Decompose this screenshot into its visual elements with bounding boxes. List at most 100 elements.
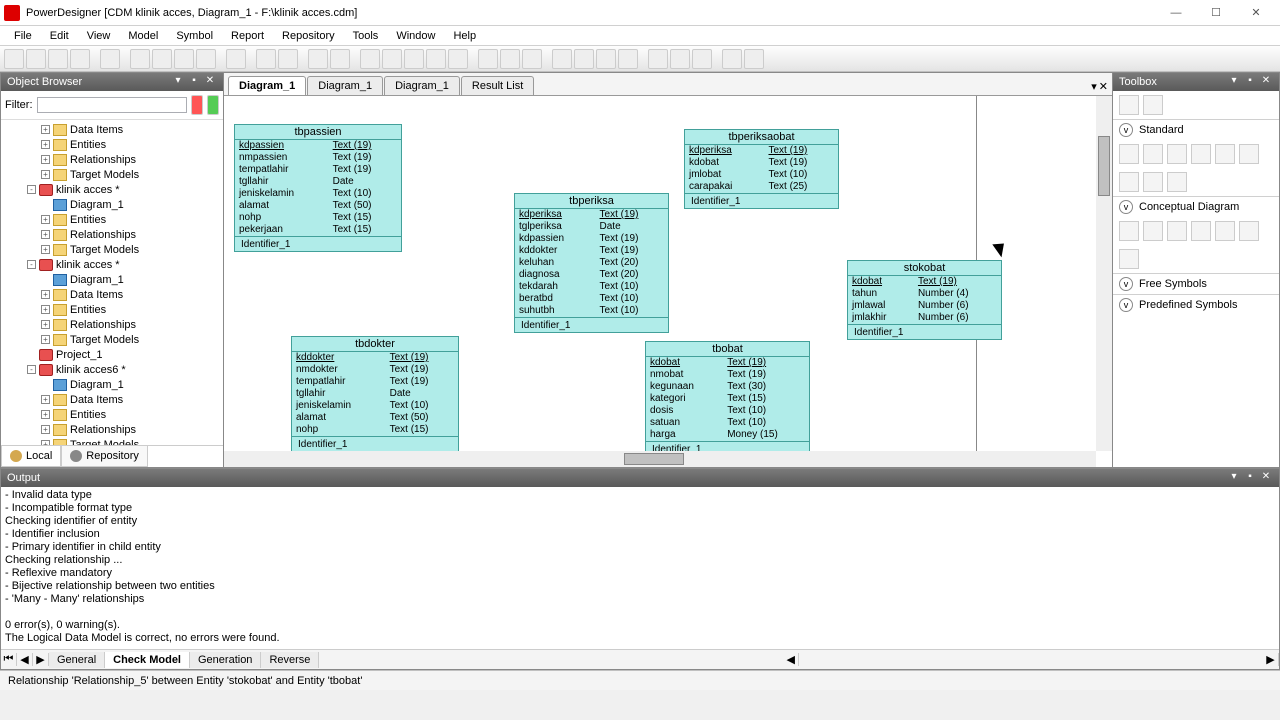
menu-tools[interactable]: Tools — [345, 28, 387, 44]
toolbar-button[interactable] — [100, 49, 120, 69]
diagram-tab[interactable]: Result List — [461, 76, 534, 95]
toolbox-tool[interactable] — [1215, 144, 1235, 164]
menu-report[interactable]: Report — [223, 28, 272, 44]
toolbar-button[interactable] — [574, 49, 594, 69]
tree-item[interactable]: -klinik acces6 * — [1, 362, 223, 377]
output-close-icon[interactable]: ✕ — [1259, 471, 1273, 485]
toolbar-button[interactable] — [744, 49, 764, 69]
menu-symbol[interactable]: Symbol — [168, 28, 221, 44]
toolbar-button[interactable] — [722, 49, 742, 69]
entity-tbperiksaobat[interactable]: tbperiksaobatkdperiksaText (19)kdobatTex… — [684, 129, 839, 209]
tree-toggle-icon[interactable]: + — [41, 230, 50, 239]
nav-next-icon[interactable]: ▶ — [33, 653, 49, 666]
toolbar-button[interactable] — [478, 49, 498, 69]
output-tab-general[interactable]: General — [49, 652, 105, 668]
toolbar-button[interactable] — [382, 49, 402, 69]
panel-dropdown-icon[interactable]: ▾ — [171, 75, 185, 89]
toolbox-tool[interactable] — [1239, 221, 1259, 241]
close-button[interactable]: ✕ — [1236, 2, 1276, 24]
output-dropdown-icon[interactable]: ▾ — [1227, 471, 1241, 485]
toolbar-button[interactable] — [360, 49, 380, 69]
diagram-tab[interactable]: Diagram_1 — [384, 76, 460, 95]
output-tab-generation[interactable]: Generation — [190, 652, 261, 668]
toolbox-tool[interactable] — [1143, 144, 1163, 164]
output-body[interactable]: - Invalid data type- Incompatible format… — [1, 487, 1279, 649]
toolbox-section[interactable]: vStandard — [1113, 119, 1279, 140]
toolbox-tool[interactable] — [1119, 249, 1139, 269]
vertical-scrollbar[interactable] — [1096, 96, 1112, 451]
panel-pin-icon[interactable]: ▪ — [187, 75, 201, 89]
tree-item[interactable]: +Target Models — [1, 332, 223, 347]
panel-close-icon[interactable]: ✕ — [203, 75, 217, 89]
minimize-button[interactable]: — — [1156, 2, 1196, 24]
tree-toggle-icon[interactable]: + — [41, 290, 50, 299]
tree-item[interactable]: +Entities — [1, 407, 223, 422]
tab-repository[interactable]: Repository — [61, 446, 148, 467]
toolbar-button[interactable] — [500, 49, 520, 69]
toolbox-tool[interactable] — [1167, 221, 1187, 241]
toolbar-button[interactable] — [426, 49, 446, 69]
tree-item[interactable]: -klinik acces * — [1, 257, 223, 272]
toolbox-tool[interactable] — [1191, 144, 1211, 164]
toolbar-button[interactable] — [256, 49, 276, 69]
toolbox-tool[interactable] — [1143, 172, 1163, 192]
tree-toggle-icon[interactable]: + — [41, 155, 50, 164]
toolbox-tool[interactable] — [1239, 144, 1259, 164]
toolbox-tool[interactable] — [1143, 221, 1163, 241]
entity-tbobat[interactable]: tbobatkdobatText (19)nmobatText (19)kegu… — [645, 341, 810, 457]
menu-model[interactable]: Model — [120, 28, 166, 44]
tree-item[interactable]: +Entities — [1, 302, 223, 317]
toolbar-button[interactable] — [152, 49, 172, 69]
tree-toggle-icon[interactable]: - — [27, 260, 36, 269]
toolbar-button[interactable] — [404, 49, 424, 69]
toolbar-button[interactable] — [130, 49, 150, 69]
toolbox-tool[interactable] — [1119, 221, 1139, 241]
toolbar-button[interactable] — [330, 49, 350, 69]
tool-list-icon[interactable] — [1143, 95, 1163, 115]
tree-item[interactable]: +Relationships — [1, 152, 223, 167]
nav-scroll-right-icon[interactable]: ▶ — [1263, 653, 1279, 666]
tool-grid-icon[interactable] — [1119, 95, 1139, 115]
entity-tbdokter[interactable]: tbdokterkddokterText (19)nmdokterText (1… — [291, 336, 459, 452]
filter-input[interactable] — [37, 97, 187, 113]
toolbar-button[interactable] — [48, 49, 68, 69]
tree-item[interactable]: +Data Items — [1, 392, 223, 407]
tree-toggle-icon[interactable]: + — [41, 395, 50, 404]
toolbox-tool[interactable] — [1215, 221, 1235, 241]
tree-item[interactable]: +Target Models — [1, 167, 223, 182]
toolbar-button[interactable] — [308, 49, 328, 69]
diagram-close-icon[interactable]: ✕ — [1099, 80, 1108, 93]
nav-first-icon[interactable]: ⏮ — [1, 653, 17, 666]
tree-item[interactable]: Diagram_1 — [1, 377, 223, 392]
toolbar-button[interactable] — [552, 49, 572, 69]
diagram-dropdown-icon[interactable]: ▾ — [1091, 80, 1097, 93]
nav-scroll-left-icon[interactable]: ◀ — [783, 653, 799, 666]
tree-toggle-icon[interactable]: + — [41, 125, 50, 134]
tree-item[interactable]: +Relationships — [1, 227, 223, 242]
tree-item[interactable]: Diagram_1 — [1, 197, 223, 212]
tree-toggle-icon[interactable]: + — [41, 305, 50, 314]
canvas[interactable]: tbpassienkdpassienText (19)nmpassienText… — [224, 96, 1112, 467]
toolbar-button[interactable] — [618, 49, 638, 69]
diagram-tab[interactable]: Diagram_1 — [228, 76, 306, 95]
menu-edit[interactable]: Edit — [42, 28, 77, 44]
tree-item[interactable]: Project_1 — [1, 347, 223, 362]
tree-item[interactable]: -klinik acces * — [1, 182, 223, 197]
tree-toggle-icon[interactable]: + — [41, 170, 50, 179]
tree-toggle-icon[interactable]: + — [41, 320, 50, 329]
entity-stokobat[interactable]: stokobatkdobatText (19)tahunNumber (4)jm… — [847, 260, 1002, 340]
tree-toggle-icon[interactable]: + — [41, 335, 50, 344]
menu-view[interactable]: View — [79, 28, 119, 44]
maximize-button[interactable]: ☐ — [1196, 2, 1236, 24]
toolbox-tool[interactable] — [1119, 144, 1139, 164]
tree-toggle-icon[interactable]: + — [41, 215, 50, 224]
toolbar-button[interactable] — [174, 49, 194, 69]
toolbox-section[interactable]: vConceptual Diagram — [1113, 196, 1279, 217]
tree-item[interactable]: +Entities — [1, 137, 223, 152]
entity-tbpassien[interactable]: tbpassienkdpassienText (19)nmpassienText… — [234, 124, 402, 252]
toolbar-button[interactable] — [70, 49, 90, 69]
tree-item[interactable]: +Relationships — [1, 422, 223, 437]
toolbar-button[interactable] — [596, 49, 616, 69]
tree-item[interactable]: +Relationships — [1, 317, 223, 332]
output-tab-check-model[interactable]: Check Model — [105, 652, 190, 668]
